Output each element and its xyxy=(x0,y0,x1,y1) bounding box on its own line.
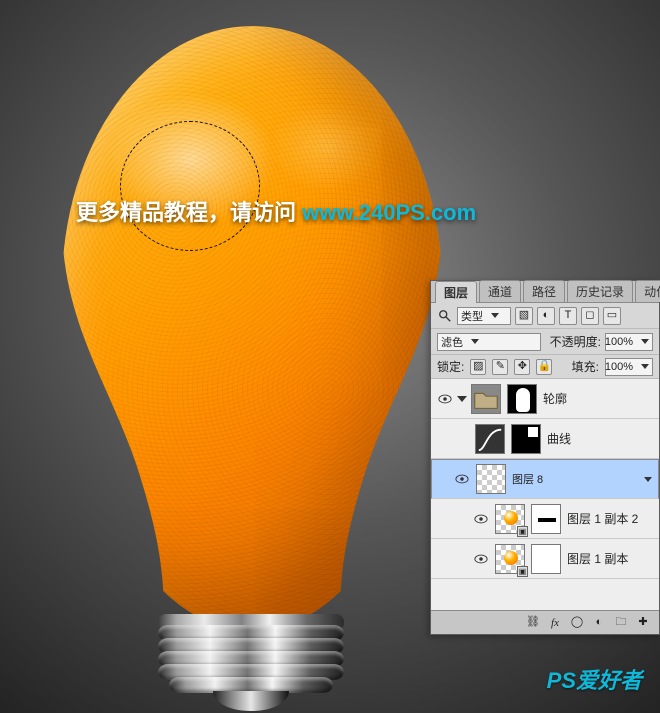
layer-row-smart-2[interactable]: ▣ 图层 1 副本 xyxy=(431,539,659,579)
curves-thumb[interactable] xyxy=(475,424,505,454)
new-adjust-icon[interactable]: ◐ xyxy=(591,614,607,632)
bulb-glass xyxy=(62,26,442,631)
search-icon xyxy=(437,307,453,325)
layer-row-curves[interactable]: 曲线 xyxy=(431,419,659,459)
layer-name[interactable]: 图层 1 副本 2 xyxy=(567,510,653,527)
tab-channels[interactable]: 通道 xyxy=(479,280,521,302)
filter-shape-icon[interactable]: ◻ xyxy=(581,307,599,325)
smart-thumb[interactable]: ▣ xyxy=(495,544,525,574)
visibility-toggle[interactable] xyxy=(473,511,489,527)
blend-mode-select[interactable]: 滤色 xyxy=(437,333,541,351)
panel-tabs: 图层 通道 路径 历史记录 动作 xyxy=(431,281,659,303)
filter-type-icon[interactable]: T xyxy=(559,307,577,325)
layer-row-group[interactable]: 轮廓 xyxy=(431,379,659,419)
panel-bottom-bar: ⛓ fx ◯ ◐ 🗀 ✚ xyxy=(431,610,659,634)
tab-paths[interactable]: 路径 xyxy=(523,280,565,302)
tab-actions[interactable]: 动作 xyxy=(635,280,660,302)
new-layer-icon[interactable]: ✚ xyxy=(635,614,651,632)
group-mask-thumb[interactable] xyxy=(507,384,537,414)
layer-row-selected[interactable]: 图层 8 xyxy=(431,459,659,499)
fill-label: 填充: xyxy=(572,358,599,375)
smart-mask-thumb[interactable] xyxy=(531,504,561,534)
smart-object-icon: ▣ xyxy=(517,566,528,577)
overlay-caption-url: www.240PS.com xyxy=(302,200,476,225)
overlay-caption: 更多精品教程，请访问 www.240PS.com xyxy=(76,195,476,227)
overlay-caption-text: 更多精品教程，请访问 xyxy=(76,200,302,225)
link-layers-icon[interactable]: ⛓ xyxy=(525,614,541,632)
filter-kind-select[interactable]: 类型 xyxy=(457,307,511,325)
filter-smart-icon[interactable]: ▭ xyxy=(603,307,621,325)
layer-filter-row: 类型 ▧ ◐ T ◻ ▭ xyxy=(431,303,659,329)
new-group-icon[interactable]: 🗀 xyxy=(613,614,629,632)
tab-layers[interactable]: 图层 xyxy=(435,281,477,303)
editor-canvas: 更多精品教程，请访问 www.240PS.com PS爱好者 图层 通道 路径 … xyxy=(0,0,660,713)
visibility-toggle[interactable] xyxy=(473,551,489,567)
visibility-toggle[interactable] xyxy=(453,431,469,447)
lock-pixels-icon[interactable]: ✎ xyxy=(492,359,508,375)
lock-all-icon[interactable]: 🔒 xyxy=(536,359,552,375)
layers-panel: 图层 通道 路径 历史记录 动作 类型 ▧ ◐ T ◻ ▭ 滤色 不透明度: 1… xyxy=(430,280,660,635)
curves-mask-thumb[interactable] xyxy=(511,424,541,454)
tab-history[interactable]: 历史记录 xyxy=(567,280,633,302)
fill-input[interactable]: 100% xyxy=(605,358,653,376)
smart-object-icon: ▣ xyxy=(517,526,528,537)
blend-opacity-row: 滤色 不透明度: 100% xyxy=(431,329,659,355)
layer-name[interactable]: 轮廓 xyxy=(543,390,653,407)
layer-row-smart-1[interactable]: ▣ 图层 1 副本 2 xyxy=(431,499,659,539)
disclosure-icon[interactable] xyxy=(457,396,467,402)
filter-adjust-icon[interactable]: ◐ xyxy=(537,307,555,325)
visibility-toggle[interactable] xyxy=(454,471,470,487)
bulb-screw-base xyxy=(158,614,344,711)
filter-pixel-icon[interactable]: ▧ xyxy=(515,307,533,325)
lock-transparent-icon[interactable]: ▨ xyxy=(470,359,486,375)
visibility-toggle[interactable] xyxy=(437,391,453,407)
layer-thumb[interactable] xyxy=(476,464,506,494)
lock-label: 锁定: xyxy=(437,358,464,375)
layer-name[interactable]: 图层 8 xyxy=(512,471,634,487)
orange-lightbulb xyxy=(62,26,442,696)
group-thumb xyxy=(471,384,501,414)
add-mask-icon[interactable]: ◯ xyxy=(569,614,585,632)
watermark: PS爱好者 xyxy=(547,663,642,695)
layer-name[interactable]: 曲线 xyxy=(547,430,653,447)
opacity-input[interactable]: 100% xyxy=(605,333,653,351)
lock-fill-row: 锁定: ▨ ✎ ✥ 🔒 填充: 100% xyxy=(431,355,659,379)
smart-mask-thumb[interactable] xyxy=(531,544,561,574)
opacity-label: 不透明度: xyxy=(550,333,601,350)
layer-name[interactable]: 图层 1 副本 xyxy=(567,550,653,567)
fx-icon[interactable]: fx xyxy=(547,614,563,632)
smart-thumb[interactable]: ▣ xyxy=(495,504,525,534)
lock-position-icon[interactable]: ✥ xyxy=(514,359,530,375)
layers-list: 轮廓 曲线 图层 8 xyxy=(431,379,659,610)
